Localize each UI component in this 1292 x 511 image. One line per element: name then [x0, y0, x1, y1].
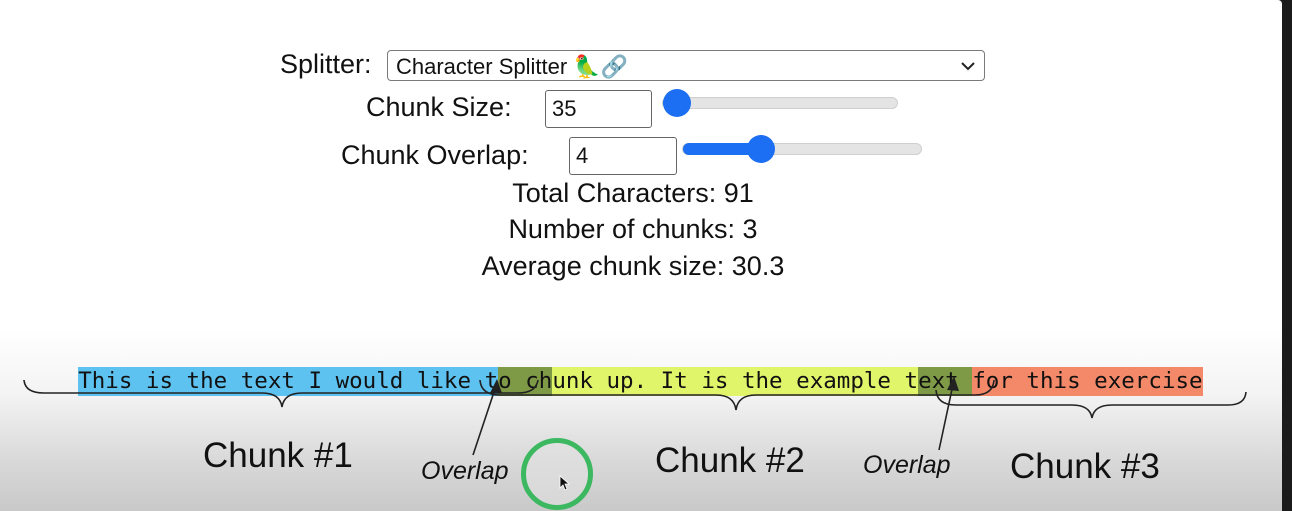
chunk-1-caption: Chunk #1 — [203, 436, 353, 475]
app-page: Splitter: Character Splitter 🦜🔗 Chunk Si… — [0, 0, 1282, 511]
click-indicator — [521, 438, 593, 510]
chunk-3-caption: Chunk #3 — [1010, 447, 1160, 486]
mouse-cursor-icon — [559, 475, 571, 491]
chunk-2-brace — [479, 379, 995, 411]
overlap-2-arrowhead — [947, 376, 959, 391]
chunk-2-caption: Chunk #2 — [655, 441, 805, 480]
overlap-1-arrowhead — [490, 379, 502, 393]
overlap-1-caption: Overlap — [421, 457, 509, 485]
overlap-2-arrow — [938, 379, 955, 451]
chunk-1-brace — [23, 379, 539, 408]
overlap-2-caption: Overlap — [863, 451, 951, 479]
annotation-drawing — [23, 376, 1247, 456]
